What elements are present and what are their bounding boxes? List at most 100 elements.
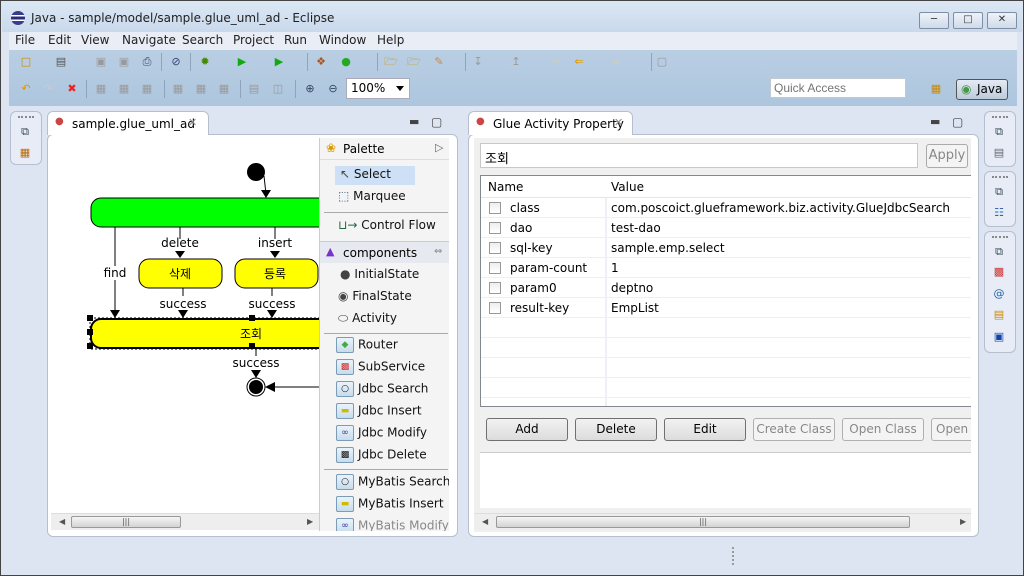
back-icon[interactable]: ⇐ [572,55,586,69]
palette-final-state[interactable]: ◉ FinalState [338,289,412,307]
menu-navigate[interactable]: Navigate [122,33,176,47]
open-type-icon[interactable]: 🗁 [384,55,398,69]
zoom-level-select[interactable]: 100% [346,78,410,99]
redo-icon[interactable]: ↷ [41,82,55,96]
properties-tab[interactable]: ● Glue Activity Property ✕ [468,111,633,135]
minimize-view-icon[interactable]: ▬ [409,115,419,128]
declaration-icon[interactable]: ▤ [992,308,1006,322]
table-row[interactable]: dao test-dao [481,218,971,238]
outline-icon[interactable]: ▦ [18,146,32,160]
palette-jdbc-search[interactable]: ○ Jdbc Search [336,381,428,399]
menu-edit[interactable]: Edit [48,33,71,47]
row-checkbox[interactable] [489,262,501,274]
problems-icon[interactable]: ▩ [992,265,1006,279]
quick-access-input[interactable] [770,78,906,98]
palette-activity[interactable]: ⬭ Activity [338,311,397,329]
align-right-icon[interactable]: ▦ [140,82,154,96]
search-tool-icon[interactable]: ✎ [432,55,446,69]
restore-icon[interactable]: ⧉ [992,125,1006,139]
palette-jdbc-insert[interactable]: ▬ Jdbc Insert [336,403,422,421]
description-area[interactable] [480,452,971,508]
create-class-button[interactable]: Create Class [753,418,835,441]
maximize-view-icon[interactable]: ▢ [952,115,963,129]
open-class-button[interactable]: Open Class [842,418,924,441]
match-height-icon[interactable]: ◫ [271,82,285,96]
table-row[interactable]: sql-key sample.emp.select [481,238,971,258]
properties-horizontal-scrollbar[interactable]: ◀ ||| ▶ [474,513,971,530]
palette-marquee-tool[interactable]: ⬚ Marquee [338,189,406,207]
skip-breakpoints-icon[interactable]: ⊘ [169,55,183,69]
delete-button[interactable]: Delete [575,418,657,441]
run-icon[interactable]: ▶ [235,55,249,69]
scroll-left-icon[interactable]: ◀ [482,517,488,526]
scrollbar-thumb[interactable]: ||| [496,516,910,528]
table-row[interactable]: result-key EmpList [481,298,971,318]
apply-button[interactable]: Apply [926,144,968,168]
javadoc-icon[interactable]: @ [992,287,1006,301]
menu-search[interactable]: Search [182,33,223,47]
pin-drawer-icon[interactable]: ⇔ [434,246,442,257]
row-checkbox[interactable] [489,282,501,294]
activity-name-input[interactable]: 조회 [480,143,918,168]
menu-help[interactable]: Help [377,33,404,47]
console-icon[interactable]: ▣ [992,330,1006,344]
menu-view[interactable]: View [81,33,109,47]
align-top-icon[interactable]: ▦ [171,82,185,96]
save-icon[interactable]: ▣ [94,55,108,69]
minimize-view-icon[interactable]: ▬ [930,115,940,128]
palette-select-tool[interactable]: ↖ Select [340,167,391,185]
diagram-horizontal-scrollbar[interactable]: ◀ ||| ▶ [51,513,319,530]
next-annotation-icon[interactable]: ↧ [471,55,485,69]
new-icon[interactable]: □ [19,55,33,69]
scrollbar-thumb[interactable]: ||| [71,516,181,528]
add-button[interactable]: Add [486,418,568,441]
search-activity-node[interactable] [90,318,319,349]
save-all-icon[interactable]: ▣ [117,55,131,69]
close-button[interactable]: ✕ [987,12,1017,29]
align-left-icon[interactable]: ▦ [94,82,108,96]
initial-state-node[interactable] [247,163,265,181]
scroll-right-icon[interactable]: ▶ [960,517,966,526]
router-node[interactable] [90,197,319,228]
task-list-icon[interactable]: ▤ [992,146,1006,160]
maximize-button[interactable]: □ [953,12,983,29]
palette-collapse-icon[interactable]: ▷ [435,141,443,154]
menu-project[interactable]: Project [233,33,274,47]
table-row[interactable]: param-count 1 [481,258,971,278]
palette-subservice[interactable]: ▩ SubService [336,359,425,377]
align-center-icon[interactable]: ▦ [117,82,131,96]
menu-window[interactable]: Window [319,33,366,47]
close-tab-icon[interactable]: ✕ [188,116,197,129]
open-sql-button[interactable]: Open S [931,418,971,441]
zoom-out-icon[interactable]: ⊖ [326,82,340,96]
palette-control-flow[interactable]: ⊔→ Control Flow [338,218,436,236]
last-edit-icon[interactable]: ⇐ [549,55,563,69]
palette-jdbc-modify[interactable]: ∞ Jdbc Modify [336,425,427,443]
row-checkbox[interactable] [489,242,501,254]
open-perspective-icon[interactable]: ▦ [929,82,943,96]
sash-handle[interactable] [732,547,734,565]
align-bottom-icon[interactable]: ▦ [217,82,231,96]
open-resource-icon[interactable]: 🗁 [407,55,421,69]
components-drawer[interactable]: ▲ components ⇔ [320,241,449,263]
new-package-icon[interactable]: ❖ [314,55,328,69]
palette-router[interactable]: ◆ Router [336,337,398,355]
restore-icon[interactable]: ⧉ [992,185,1006,199]
undo-icon[interactable]: ↶ [19,82,33,96]
outline-view-icon[interactable]: ☷ [992,206,1006,220]
restore-icon[interactable]: ⧉ [992,245,1006,259]
align-middle-icon[interactable]: ▦ [194,82,208,96]
restore-icon[interactable]: ⧉ [18,125,32,139]
palette-jdbc-delete[interactable]: ▩ Jdbc Delete [336,447,427,465]
edit-button[interactable]: Edit [664,418,746,441]
row-checkbox[interactable] [489,222,501,234]
java-perspective-button[interactable]: ◉ Java [956,79,1008,100]
palette-mybatis-modify[interactable]: ∞ MyBatis Modify [336,518,449,531]
menu-run[interactable]: Run [284,33,307,47]
zoom-in-icon[interactable]: ⊕ [303,82,317,96]
forward-icon[interactable]: ⇒ [609,55,623,69]
minimize-button[interactable]: ─ [919,12,949,29]
maximize-view-icon[interactable]: ▢ [431,115,442,129]
diagram-canvas[interactable]: delete insert find 삭제 등록 success success [51,138,319,513]
column-header-name[interactable]: Name [488,180,523,194]
